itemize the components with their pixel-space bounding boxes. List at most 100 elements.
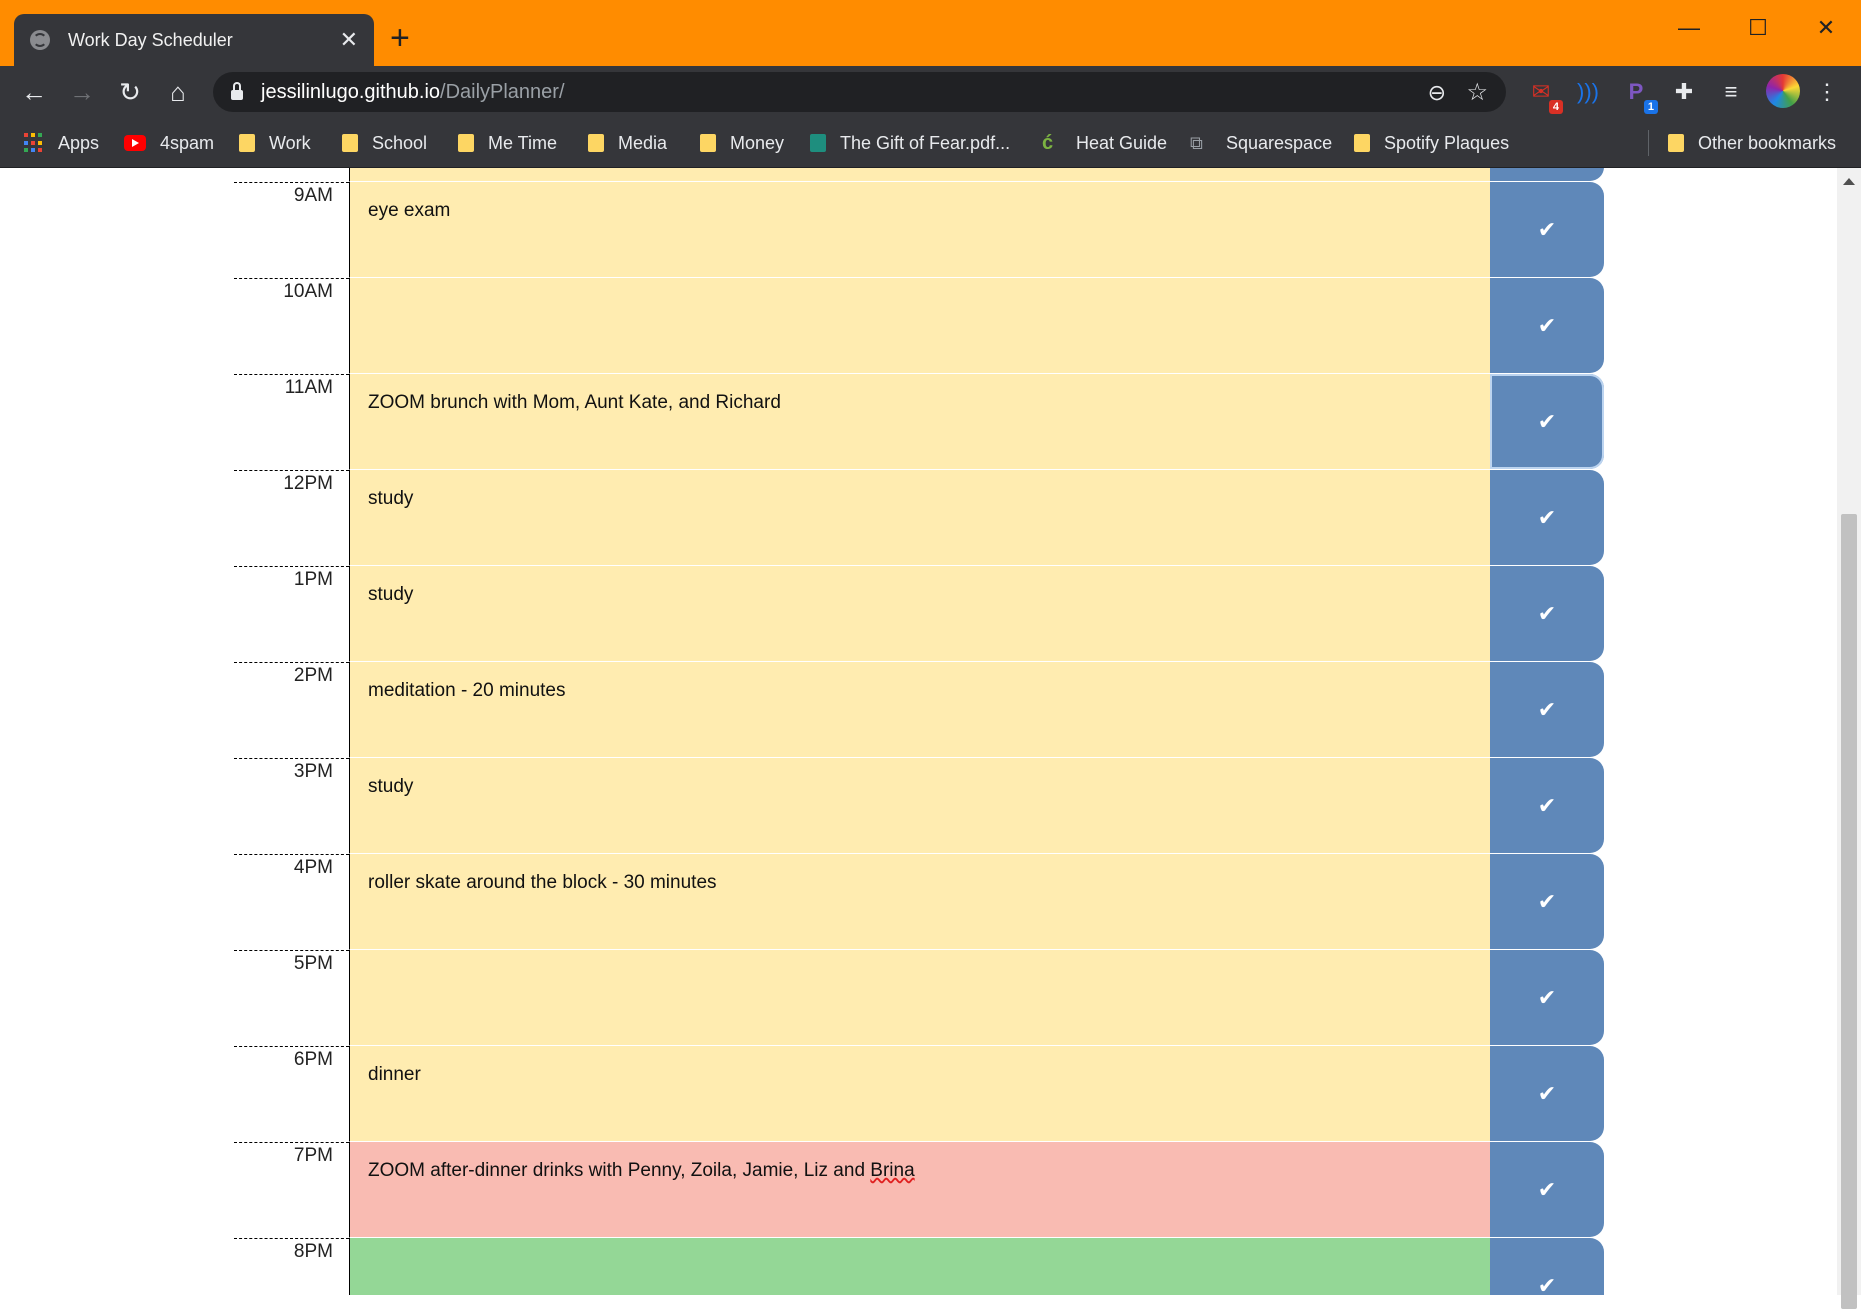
bookmark-spotify-plaques[interactable]: Spotify Plaques (1354, 129, 1509, 157)
event-textarea[interactable] (349, 168, 1490, 182)
event-textarea[interactable]: eye exam (349, 182, 1490, 278)
time-block-row: 4PM roller skate around the block - 30 m… (234, 854, 1604, 950)
window-titlebar: Work Day Scheduler ✕ + — ☐ ✕ (0, 0, 1861, 66)
reload-icon[interactable]: ↻ (114, 76, 146, 108)
bookmarks-separator (1648, 130, 1649, 156)
kebab-menu-icon[interactable]: ⋮ (1813, 78, 1841, 106)
check-icon: ✔ (1537, 408, 1557, 434)
time-block-row: 8PM ✔ (234, 1238, 1604, 1295)
bookmark-apps[interactable]: Apps (24, 129, 99, 157)
event-textarea[interactable]: dinner (349, 1046, 1490, 1142)
bookmark-money[interactable]: Money (700, 129, 784, 157)
save-button[interactable]: ✔ (1490, 758, 1604, 853)
event-textarea[interactable]: roller skate around the block - 30 minut… (349, 854, 1490, 950)
new-tab-button[interactable]: + (390, 20, 410, 56)
apps-grid-icon (24, 133, 44, 153)
save-button[interactable]: ✔ (1490, 1142, 1604, 1237)
leaf-icon: ć (1042, 131, 1054, 154)
time-block-row: 2PM meditation - 20 minutes ✔ (234, 662, 1604, 758)
home-icon[interactable]: ⌂ (162, 76, 194, 108)
forward-arrow-icon[interactable]: → (66, 76, 98, 108)
pocket-extension-icon[interactable]: P1 (1622, 78, 1658, 114)
browser-tab[interactable]: Work Day Scheduler ✕ (14, 14, 374, 66)
check-icon: ✔ (1537, 312, 1557, 338)
squarespace-icon: ⧉ (1190, 132, 1203, 153)
globe-icon (30, 30, 50, 50)
bookmark-work[interactable]: Work (239, 129, 311, 157)
bookmark-heat-guide[interactable]: ć Heat Guide (1042, 129, 1167, 157)
save-button[interactable]: ✔ (1490, 566, 1604, 661)
check-icon: ✔ (1537, 1272, 1557, 1296)
hour-label: 5PM (234, 950, 349, 1046)
check-icon: ✔ (1537, 696, 1557, 722)
hour-label: 9AM (234, 182, 349, 278)
save-button[interactable]: ✔ (1490, 278, 1604, 373)
hour-label: 2PM (234, 662, 349, 758)
save-button[interactable]: ✔ (1490, 950, 1604, 1045)
event-textarea[interactable]: study (349, 470, 1490, 566)
save-button[interactable]: ✔ (1490, 662, 1604, 757)
folder-icon (1354, 134, 1370, 152)
back-arrow-icon[interactable]: ← (18, 76, 50, 108)
gmail-extension-icon[interactable]: ✉ 4 (1527, 78, 1563, 114)
hour-label: 6PM (234, 1046, 349, 1142)
check-icon: ✔ (1537, 1176, 1557, 1202)
zoom-icon[interactable]: ⊖ (1428, 80, 1446, 106)
event-textarea[interactable] (349, 278, 1490, 374)
check-icon: ✔ (1537, 504, 1557, 530)
bookmark-4spam[interactable]: 4spam (124, 129, 214, 157)
page-scrollbar[interactable] (1837, 168, 1861, 1309)
check-icon: ✔ (1537, 216, 1557, 242)
time-block-row: 7PM ZOOM after-dinner drinks with Penny,… (234, 1142, 1604, 1238)
check-icon: ✔ (1537, 792, 1557, 818)
save-button[interactable]: ✔ (1490, 470, 1604, 565)
event-textarea[interactable]: ZOOM brunch with Mom, Aunt Kate, and Ric… (349, 374, 1490, 470)
scrollbar-thumb[interactable] (1841, 514, 1857, 1309)
time-block-row: 12PM study ✔ (234, 470, 1604, 566)
event-textarea[interactable]: ZOOM after-dinner drinks with Penny, Zoi… (349, 1142, 1490, 1238)
bookmark-gift-of-fear[interactable]: The Gift of Fear.pdf... (810, 129, 1010, 157)
profile-avatar[interactable] (1766, 74, 1800, 108)
bookmark-star-icon[interactable]: ☆ (1466, 78, 1488, 107)
puzzle-icon[interactable]: ✚ (1670, 78, 1698, 106)
document-icon (810, 134, 826, 152)
event-textarea[interactable]: meditation - 20 minutes (349, 662, 1490, 758)
bookmark-school[interactable]: School (342, 129, 427, 157)
minimize-button[interactable]: — (1659, 8, 1719, 48)
address-bar[interactable]: jessilinlugo.github.io/DailyPlanner/ ⊖ ☆ (213, 72, 1506, 112)
bookmark-squarespace[interactable]: ⧉ Squarespace (1190, 129, 1332, 157)
folder-icon (239, 134, 255, 152)
folder-icon (1668, 134, 1684, 152)
folder-icon (342, 134, 358, 152)
folder-icon (588, 134, 604, 152)
bookmark-other[interactable]: Other bookmarks (1668, 129, 1836, 157)
time-block-row: 9AM eye exam ✔ (234, 182, 1604, 278)
audio-extension-icon[interactable]: ))) (1574, 78, 1602, 106)
bookmark-me-time[interactable]: Me Time (458, 129, 557, 157)
tab-title: Work Day Scheduler (68, 29, 233, 50)
save-button[interactable] (1490, 168, 1604, 181)
check-icon: ✔ (1537, 1080, 1557, 1106)
bookmark-media[interactable]: Media (588, 129, 667, 157)
scroll-up-arrow-icon[interactable] (1843, 178, 1855, 185)
time-block-row: 6PM dinner ✔ (234, 1046, 1604, 1142)
time-block-row: 1PM study ✔ (234, 566, 1604, 662)
media-queue-icon[interactable]: ≡ (1717, 78, 1745, 106)
hour-label: 4PM (234, 854, 349, 950)
time-block-row: 5PM ✔ (234, 950, 1604, 1046)
hour-label: 3PM (234, 758, 349, 854)
maximize-button[interactable]: ☐ (1728, 8, 1788, 48)
save-button[interactable]: ✔ (1490, 374, 1604, 469)
close-tab-icon[interactable]: ✕ (340, 27, 358, 53)
close-window-button[interactable]: ✕ (1796, 8, 1856, 48)
hour-label: 7PM (234, 1142, 349, 1238)
event-textarea[interactable]: study (349, 758, 1490, 854)
folder-icon (458, 134, 474, 152)
save-button[interactable]: ✔ (1490, 182, 1604, 277)
save-button[interactable]: ✔ (1490, 854, 1604, 949)
event-textarea[interactable]: study (349, 566, 1490, 662)
save-button[interactable]: ✔ (1490, 1046, 1604, 1141)
event-textarea[interactable] (349, 1238, 1490, 1295)
save-button[interactable]: ✔ (1490, 1238, 1604, 1295)
event-textarea[interactable] (349, 950, 1490, 1046)
